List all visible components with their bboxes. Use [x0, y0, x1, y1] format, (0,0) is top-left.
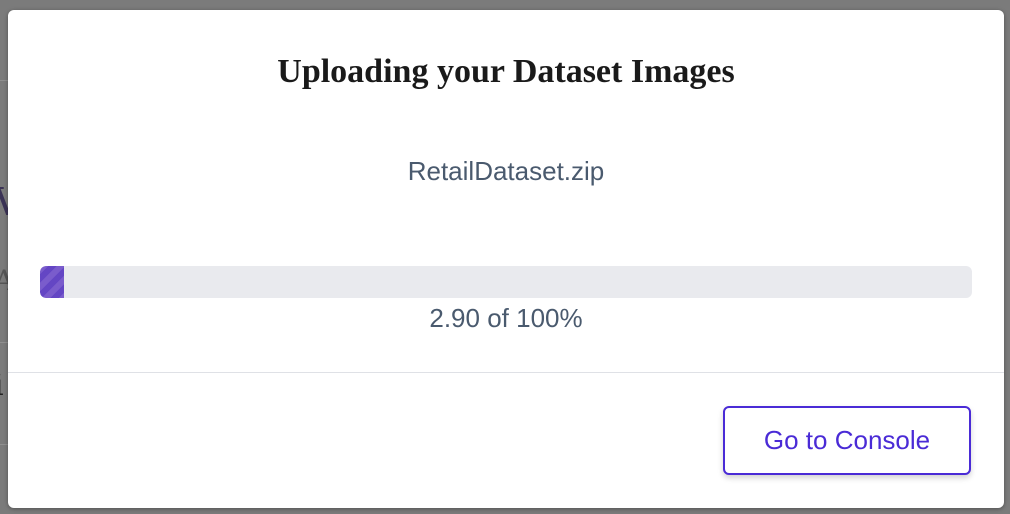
dialog-title: Uploading your Dataset Images — [277, 53, 735, 90]
upload-file-name: RetailDataset.zip — [407, 156, 605, 186]
go-to-console-button[interactable]: Go to Console — [723, 406, 971, 475]
upload-progress-bar — [40, 266, 972, 298]
background-text: i — [0, 368, 4, 403]
dialog-footer-divider — [8, 372, 1004, 373]
upload-dialog: Uploading your Dataset Images RetailData… — [8, 10, 1004, 508]
upload-progress-fill — [40, 266, 65, 298]
upload-progress-label: 2.90 of 100% — [429, 303, 583, 333]
